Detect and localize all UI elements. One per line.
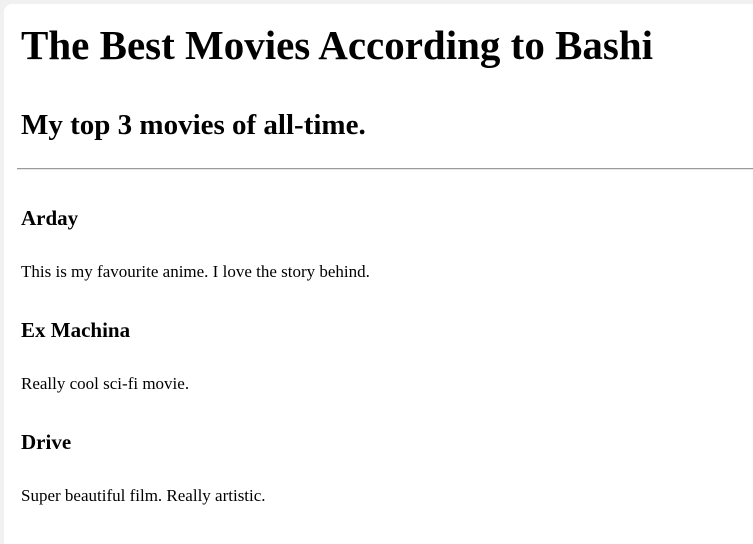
movie-title: Ex Machina xyxy=(21,318,131,342)
page-title: The Best Movies According to Bashi xyxy=(21,22,654,68)
movie-description: Super beautiful film. Really artistic. xyxy=(21,486,266,505)
divider xyxy=(17,168,753,170)
page-subtitle: My top 3 movies of all-time. xyxy=(21,109,366,141)
movie-title: Arday xyxy=(21,206,79,230)
movie-description: Really cool sci-fi movie. xyxy=(21,374,190,393)
movie-description: This is my favourite anime. I love the s… xyxy=(21,262,370,281)
page-container: The Best Movies According to Bashi My to… xyxy=(4,4,753,544)
movie-title: Drive xyxy=(21,430,72,454)
